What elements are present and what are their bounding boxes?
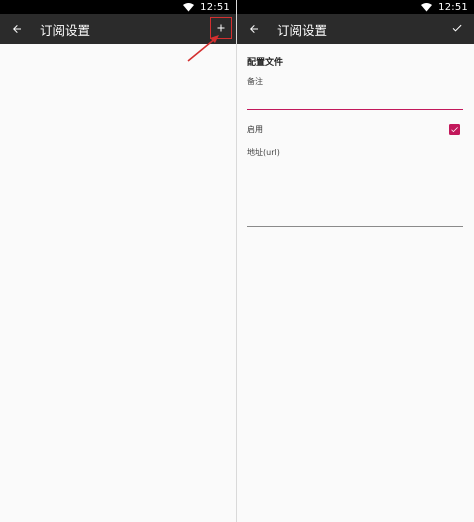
status-bar: 12:51 (0, 0, 236, 14)
wifi-icon (421, 2, 433, 12)
enable-checkbox[interactable] (449, 124, 460, 135)
plus-icon (215, 19, 227, 38)
toolbar: 订阅设置 (0, 14, 236, 44)
arrow-left-icon[interactable] (2, 14, 32, 44)
check-icon (451, 19, 463, 38)
subscription-form: 配置文件 备注 启用 地址(url) (237, 44, 474, 227)
right-screen: 12:51 订阅设置 配置文件 备注 启用 地址(url) (237, 0, 474, 522)
page-title: 订阅设置 (277, 22, 328, 38)
screenshot-root: 12:51 订阅设置 12:51 订阅设置 配置文件 备注 启用 地址(url) (0, 0, 474, 522)
status-bar: 12:51 (237, 0, 474, 14)
page-title: 订阅设置 (40, 22, 91, 38)
remark-label: 备注 (247, 77, 263, 86)
confirm-button[interactable] (446, 17, 468, 39)
wifi-icon (183, 2, 195, 12)
toolbar: 订阅设置 (237, 14, 474, 44)
url-input[interactable] (247, 162, 463, 227)
subscription-list (0, 44, 236, 522)
left-screen: 12:51 订阅设置 (0, 0, 237, 522)
enable-label: 启用 (247, 125, 263, 134)
status-time: 12:51 (200, 1, 230, 13)
status-time: 12:51 (438, 1, 468, 13)
section-title: 配置文件 (247, 58, 284, 68)
url-label: 地址(url) (247, 148, 280, 157)
arrow-left-icon[interactable] (239, 14, 269, 44)
enable-row[interactable]: 启用 (247, 124, 463, 135)
remark-input[interactable] (247, 97, 463, 110)
add-subscription-button[interactable] (210, 17, 232, 39)
